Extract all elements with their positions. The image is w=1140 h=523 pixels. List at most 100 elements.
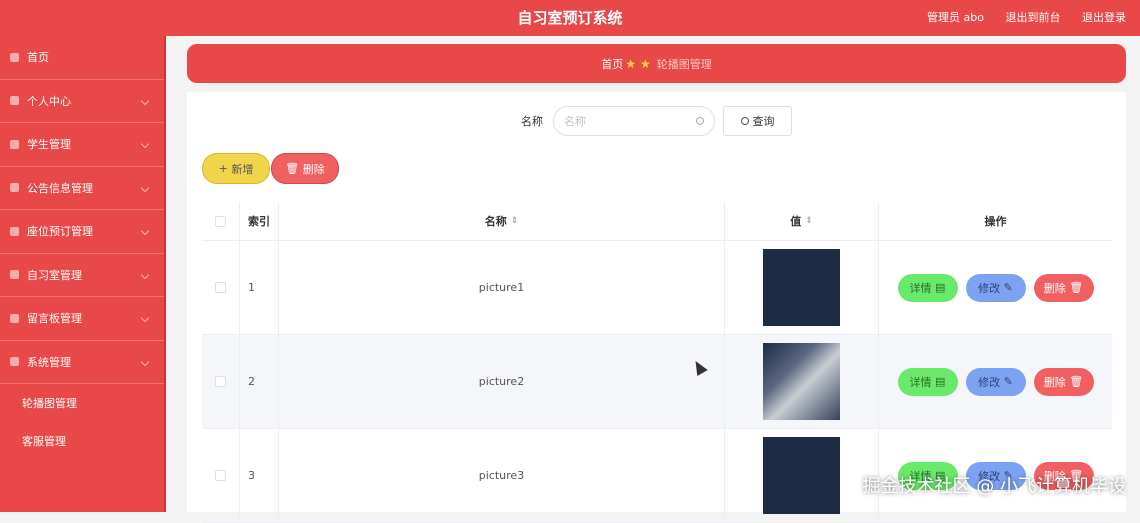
pencil-icon: ✎ [1000,281,1013,294]
plus-icon: + [219,162,232,175]
sidebar-item-students[interactable]: 学生管理 [0,123,164,167]
chevron-down-icon [141,357,149,365]
home-icon [10,53,19,62]
chevron-down-icon [141,227,149,235]
row-name: picture1 [279,241,725,334]
trash-icon: 🗑 [285,162,302,175]
add-button-label: 新增 [231,161,253,177]
row-name: picture3 [279,429,725,522]
row-index: 2 [240,335,279,428]
row-index: 1 [240,241,279,334]
chevron-down-icon [141,183,149,191]
sidebar-item-messages[interactable]: 留言板管理 [0,297,164,341]
sidebar-item-label: 首页 [27,49,49,65]
logout-link[interactable]: 退出登录 [1082,11,1126,24]
delete-button[interactable]: 删除 🗑 [1034,368,1094,396]
message-icon [10,314,19,323]
sidebar-item-label: 留言板管理 [27,310,82,326]
row-name: picture2 [279,335,725,428]
select-all-checkbox[interactable] [215,216,226,227]
sidebar-item-label: 学生管理 [27,136,71,152]
sidebar-item-home[interactable]: 首页 [0,36,164,80]
sidebar-item-label: 座位预订管理 [27,223,93,239]
delete-button[interactable]: 删除 🗑 [1034,274,1094,302]
sidebar-subitem-carousel[interactable]: 轮播图管理 [0,384,164,422]
row-select-cell [202,335,240,428]
select-all-cell [202,202,240,240]
admin-user-link[interactable]: 管理员 abo [927,11,984,24]
header-index: 索引 [240,202,279,240]
row-checkbox[interactable] [215,470,226,481]
detail-label: 详情 [910,374,932,390]
sort-icon: ⇕ [511,216,519,226]
delete-label: 删除 [1044,374,1066,390]
row-checkbox[interactable] [215,282,226,293]
sidebar-subitem-customer-service[interactable]: 客服管理 [0,422,164,460]
sidebar-item-profile[interactable]: 个人中心 [0,80,164,124]
edit-label: 修改 [978,280,1000,296]
doc-icon: ▤ [932,375,946,388]
detail-button[interactable]: 详情 ▤ [898,368,958,396]
delete-label: 删除 [1044,280,1066,296]
delete-button-label: 删除 [303,161,325,177]
header-value[interactable]: 值⇕ [725,202,879,240]
header-value-label: 值 [790,213,801,229]
table-row: 1 picture1 详情 ▤ 修改 ✎ 删除 🗑 [202,241,1112,335]
table-row: 2 picture2 详情 ▤ 修改 ✎ 删除 🗑 [202,335,1112,429]
chevron-down-icon [141,314,149,322]
row-index: 3 [240,429,279,522]
star-icon: ★ [640,57,651,71]
breadcrumb-home[interactable]: 首页 [601,56,623,72]
search-label: 名称 [521,113,543,129]
sidebar-item-label: 公告信息管理 [27,180,93,196]
breadcrumb-current: 轮播图管理 [657,56,712,72]
trash-icon: 🗑 [1066,281,1083,294]
search-icon [741,117,749,125]
seat-icon [10,227,19,236]
chevron-down-icon [141,140,149,148]
thumbnail-image[interactable] [763,249,840,326]
search-input[interactable] [564,115,684,128]
row-value [725,241,879,334]
row-select-cell [202,241,240,334]
query-button[interactable]: 查询 [723,106,792,136]
sidebar-item-system[interactable]: 系统管理 [0,341,164,385]
sidebar-item-label: 个人中心 [27,93,71,109]
add-button[interactable]: + 新增 [202,153,270,184]
sidebar-item-study-rooms[interactable]: 自习室管理 [0,254,164,298]
back-to-front-link[interactable]: 退出到前台 [1006,11,1061,24]
student-icon [10,140,19,149]
content-panel: 名称 查询 + 新增 🗑 删除 索引 名称⇕ 值⇕ 操作 1 picture1 [187,92,1126,512]
header-links: 管理员 abo 退出到前台 退出登录 [909,9,1126,25]
header-name[interactable]: 名称 ⇕ [279,202,725,240]
doc-icon: ▤ [932,281,946,294]
edit-button[interactable]: 修改 ✎ [966,368,1026,396]
star-icon: ★ [625,57,636,71]
header-name-label: 名称 [485,213,507,229]
detail-button[interactable]: 详情 ▤ [898,274,958,302]
notice-icon [10,183,19,192]
detail-label: 详情 [910,280,932,296]
edit-button[interactable]: 修改 ✎ [966,274,1026,302]
row-actions: 详情 ▤ 修改 ✎ 删除 🗑 [879,335,1112,428]
thumbnail-image[interactable] [763,437,840,514]
sidebar-item-seat-booking[interactable]: 座位预订管理 [0,210,164,254]
sidebar-item-label: 自习室管理 [27,267,82,283]
row-value [725,335,879,428]
edit-label: 修改 [978,374,1000,390]
sort-icon: ⇕ [805,216,813,226]
batch-delete-button[interactable]: 🗑 删除 [271,153,339,184]
row-value [725,429,879,522]
top-bar: 自习室预订系统 管理员 abo 退出到前台 退出登录 [0,0,1140,36]
sidebar-item-notices[interactable]: 公告信息管理 [0,167,164,211]
room-icon [10,270,19,279]
search-row: 名称 查询 [187,106,1126,136]
sidebar: 首页 个人中心 学生管理 公告信息管理 座位预订管理 自习室管理 留言板管理 系… [0,36,166,512]
chevron-down-icon [141,270,149,278]
user-icon [10,96,19,105]
row-checkbox[interactable] [215,376,226,387]
thumbnail-image[interactable] [763,343,840,420]
sidebar-item-label: 系统管理 [27,354,71,370]
pencil-icon: ✎ [1000,375,1013,388]
search-box [553,106,715,136]
